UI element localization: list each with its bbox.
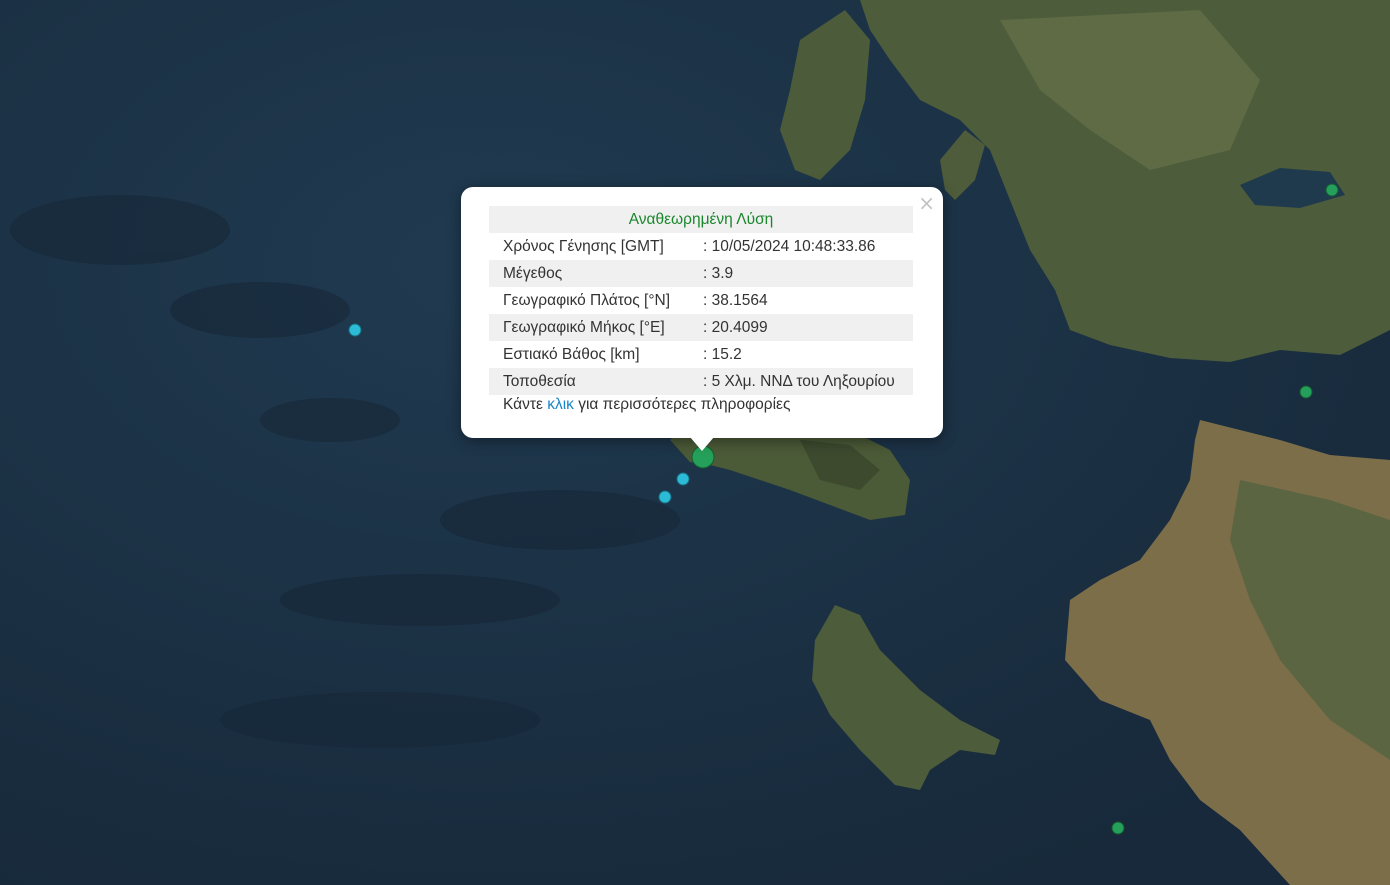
magnitude-label: Μέγεθος [489, 260, 703, 287]
event-marker[interactable] [676, 472, 690, 486]
depth-label: Εστιακό Βάθος [km] [503, 346, 640, 363]
table-row: Γεωγραφικό Πλάτος [°N] : 38.1564 [489, 287, 913, 314]
event-details-table: Χρόνος Γένησης [GMT] : 10/05/2024 10:48:… [489, 233, 913, 395]
location-label: Τοποθεσία [489, 368, 703, 395]
event-marker[interactable] [658, 490, 672, 504]
event-marker[interactable] [1325, 183, 1339, 197]
more-info-prefix: Κάντε [503, 396, 548, 413]
popup-title: Αναθεωρημένη Λύση [489, 206, 913, 233]
event-marker[interactable] [1299, 385, 1313, 399]
table-row: Γεωγραφικό Μήκος [°E] : 20.4099 [489, 314, 913, 341]
latitude-label: Γεωγραφικό Πλάτος [°N] [503, 292, 671, 309]
event-marker[interactable] [1111, 821, 1125, 835]
depth-value: : 15.2 [703, 346, 742, 363]
more-info-text: Κάντε κλικ για περισσότερες πληροφορίες [503, 393, 790, 417]
origin-time-label: Χρόνος Γένησης [GMT] [503, 238, 664, 255]
event-marker[interactable] [348, 323, 362, 337]
more-info-link[interactable]: κλικ [547, 396, 574, 413]
table-row: Εστιακό Βάθος [km] : 15.2 [489, 341, 913, 368]
table-row: Χρόνος Γένησης [GMT] : 10/05/2024 10:48:… [489, 233, 913, 260]
event-popup: × Αναθεωρημένη Λύση Χρόνος Γένησης [GMT]… [461, 187, 943, 438]
longitude-label: Γεωγραφικό Μήκος [°E] [489, 314, 703, 341]
table-row: Τοποθεσία : 5 Χλμ. ΝΝΔ του Ληξουρίου [489, 368, 913, 395]
latitude-value: : 38.1564 [703, 292, 768, 309]
table-row: Μέγεθος : 3.9 [489, 260, 913, 287]
magnitude-value: : 3.9 [703, 260, 913, 287]
longitude-value: : 20.4099 [703, 314, 913, 341]
close-icon[interactable]: × [918, 193, 935, 213]
popup-tip [690, 437, 714, 451]
more-info-suffix: για περισσότερες πληροφορίες [573, 396, 791, 413]
location-value: : 5 Χλμ. ΝΝΔ του Ληξουρίου [703, 368, 913, 395]
origin-time-value: : 10/05/2024 10:48:33.86 [703, 238, 876, 255]
